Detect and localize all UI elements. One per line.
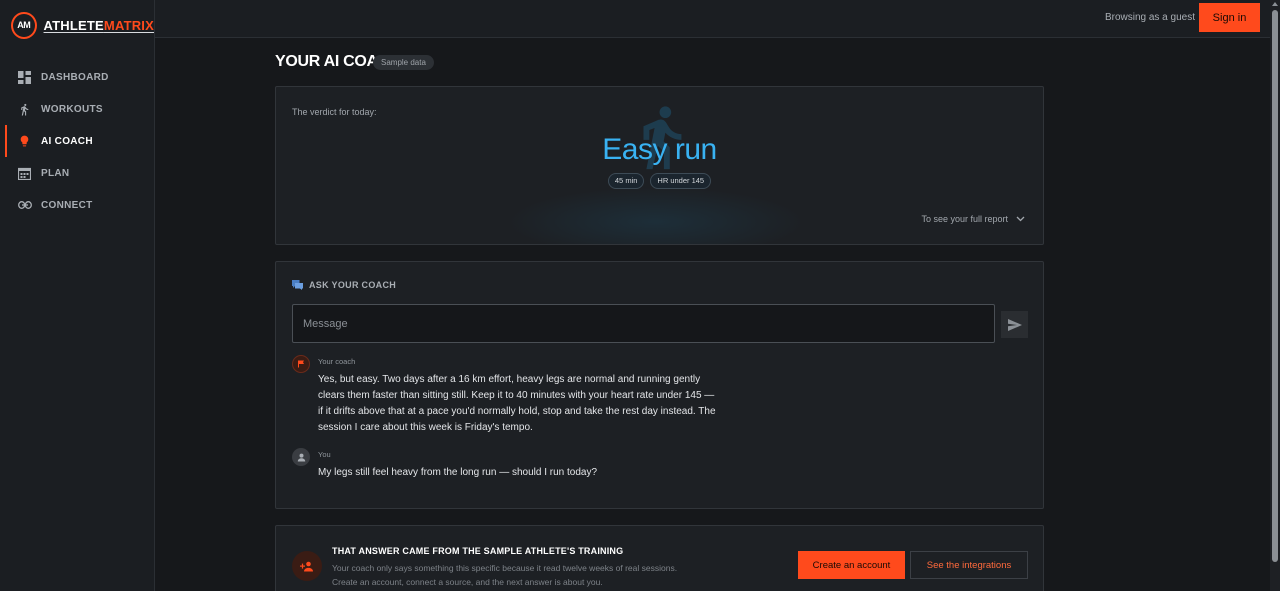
sidebar-item-label: PLAN — [41, 167, 70, 179]
add-user-icon — [292, 551, 322, 581]
verdict-value: Easy run — [602, 133, 717, 166]
signup-cta-card: THAT ANSWER CAME FROM THE SAMPLE ATHLETE… — [275, 525, 1044, 591]
coach-avatar — [292, 355, 310, 373]
brand-name-part2: MATRIX — [103, 17, 154, 33]
user-avatar — [292, 448, 310, 466]
flag-icon — [298, 360, 304, 368]
duration-chip: 45 min — [607, 173, 645, 189]
top-bar: Browsing as a guest Sign in — [155, 0, 1270, 38]
sidebar-item-dashboard[interactable]: DASHBOARD — [0, 61, 154, 93]
sidebar: AM ATHLETEMATRIX DASHBOARD WORKOUTS AI C… — [0, 0, 155, 591]
sample-data-badge: Sample data — [373, 55, 434, 70]
page-scrollbar[interactable] — [1270, 0, 1280, 591]
create-account-button[interactable]: Create an account — [798, 551, 905, 579]
sidebar-item-ai-coach[interactable]: AI COACH — [0, 125, 154, 157]
runner-icon — [17, 102, 32, 117]
message-text: Yes, but easy. Two days after a 16 km ef… — [318, 374, 716, 433]
verdict-glow — [506, 187, 806, 244]
cta-title: THAT ANSWER CAME FROM THE SAMPLE ATHLETE… — [332, 546, 624, 556]
send-button[interactable] — [1001, 311, 1028, 338]
brand-logo[interactable]: AM ATHLETEMATRIX — [0, 0, 154, 50]
sidebar-item-plan[interactable]: PLAN — [0, 157, 154, 189]
scroll-thumb[interactable] — [1272, 10, 1278, 562]
calendar-icon — [17, 166, 32, 181]
verdict-chips: 45 min HR under 145 — [276, 173, 1043, 189]
ask-coach-card: ASK YOUR COACH Your coach Yes, but easy.… — [275, 261, 1044, 509]
coach-icon — [17, 134, 32, 149]
main-content: YOUR AI COACH Sample data The verdict fo… — [155, 38, 1270, 591]
brand-name-part1: ATHLETE — [43, 17, 104, 33]
message-author: You — [318, 450, 331, 459]
coach-message: Your coach Yes, but easy. Two days after… — [292, 355, 742, 440]
see-integrations-button[interactable]: See the integrations — [910, 551, 1028, 579]
user-message: You My legs still feel heavy from the lo… — [292, 448, 742, 488]
dashboard-icon — [17, 70, 32, 85]
message-author: Your coach — [318, 357, 356, 366]
chevron-down-icon — [1016, 216, 1025, 222]
verdict-label: The verdict for today: — [292, 107, 377, 117]
sidebar-item-label: DASHBOARD — [41, 71, 109, 83]
sidebar-item-label: AI COACH — [41, 135, 93, 147]
scroll-up-arrow-icon[interactable] — [1272, 2, 1278, 6]
send-icon — [1007, 318, 1022, 331]
person-icon — [297, 453, 305, 461]
sidebar-item-label: CONNECT — [41, 199, 93, 211]
heart-rate-chip: HR under 145 — [650, 173, 712, 189]
sidebar-nav: DASHBOARD WORKOUTS AI COACH PLAN CONNECT — [0, 61, 154, 221]
full-report-label: To see your full report — [921, 214, 1008, 224]
chat-bubbles-icon — [292, 280, 303, 290]
sidebar-item-label: WORKOUTS — [41, 103, 103, 115]
cta-description: Your coach only says something this spec… — [332, 563, 678, 587]
brand-badge: AM — [11, 11, 37, 39]
full-report-toggle[interactable]: To see your full report — [921, 214, 1025, 224]
app-root: AM ATHLETEMATRIX DASHBOARD WORKOUTS AI C… — [0, 0, 1280, 591]
sign-in-button[interactable]: Sign in — [1199, 3, 1260, 32]
sidebar-item-workouts[interactable]: WORKOUTS — [0, 93, 154, 125]
link-icon — [17, 198, 32, 213]
message-input[interactable] — [292, 304, 995, 343]
message-text: My legs still feel heavy from the long r… — [318, 467, 598, 478]
sidebar-item-connect[interactable]: CONNECT — [0, 189, 154, 221]
brand-name: ATHLETEMATRIX — [44, 18, 154, 33]
chat-title: ASK YOUR COACH — [309, 280, 397, 290]
guest-status: Browsing as a guest — [1104, 12, 1195, 23]
chat-header: ASK YOUR COACH — [292, 280, 396, 290]
verdict-card: The verdict for today: Easy run 45 min H… — [275, 86, 1044, 245]
